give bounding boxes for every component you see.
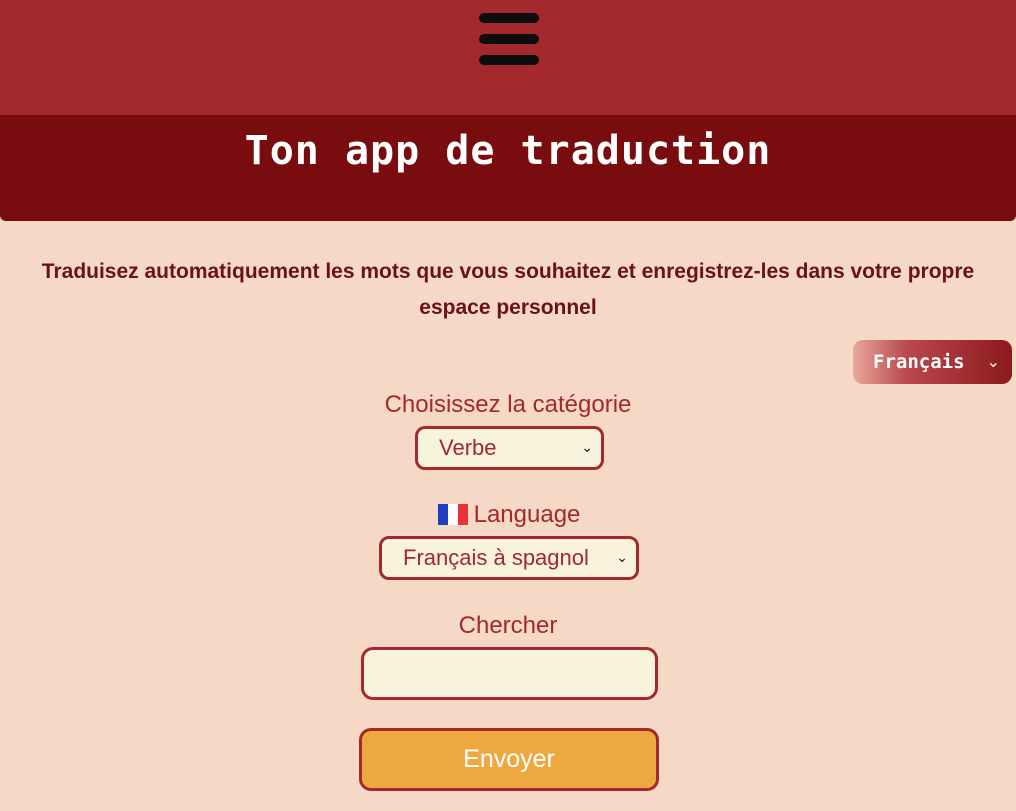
submit-button[interactable]: Envoyer [359, 728, 659, 791]
search-input[interactable] [361, 647, 658, 700]
menu-bar-middle [479, 34, 539, 44]
chevron-down-icon: ⌄ [581, 440, 593, 456]
language-selected-value: Français à spagnol [403, 545, 589, 570]
language-switcher-label: Français [873, 351, 965, 373]
category-label: Choisissez la catégorie [384, 391, 632, 418]
search-label: Chercher [458, 612, 558, 639]
top-bar [0, 0, 1016, 115]
page-title: Ton app de traduction [244, 128, 772, 174]
menu-bar-bottom [479, 55, 539, 65]
language-label: Language [473, 501, 581, 528]
chevron-down-icon: ⌄ [986, 352, 1000, 371]
hamburger-menu-icon[interactable] [479, 13, 539, 67]
category-selected-value: Verbe [439, 435, 497, 460]
chevron-down-icon: ⌄ [616, 550, 628, 566]
category-select[interactable]: Verbe ⌄ [415, 426, 604, 470]
language-switcher[interactable]: Français ⌄ [853, 340, 1012, 384]
intro-text: Traduisez automatiquement les mots que v… [41, 260, 975, 319]
language-select[interactable]: Français à spagnol ⌄ [379, 536, 639, 580]
menu-bar-top [479, 13, 539, 23]
